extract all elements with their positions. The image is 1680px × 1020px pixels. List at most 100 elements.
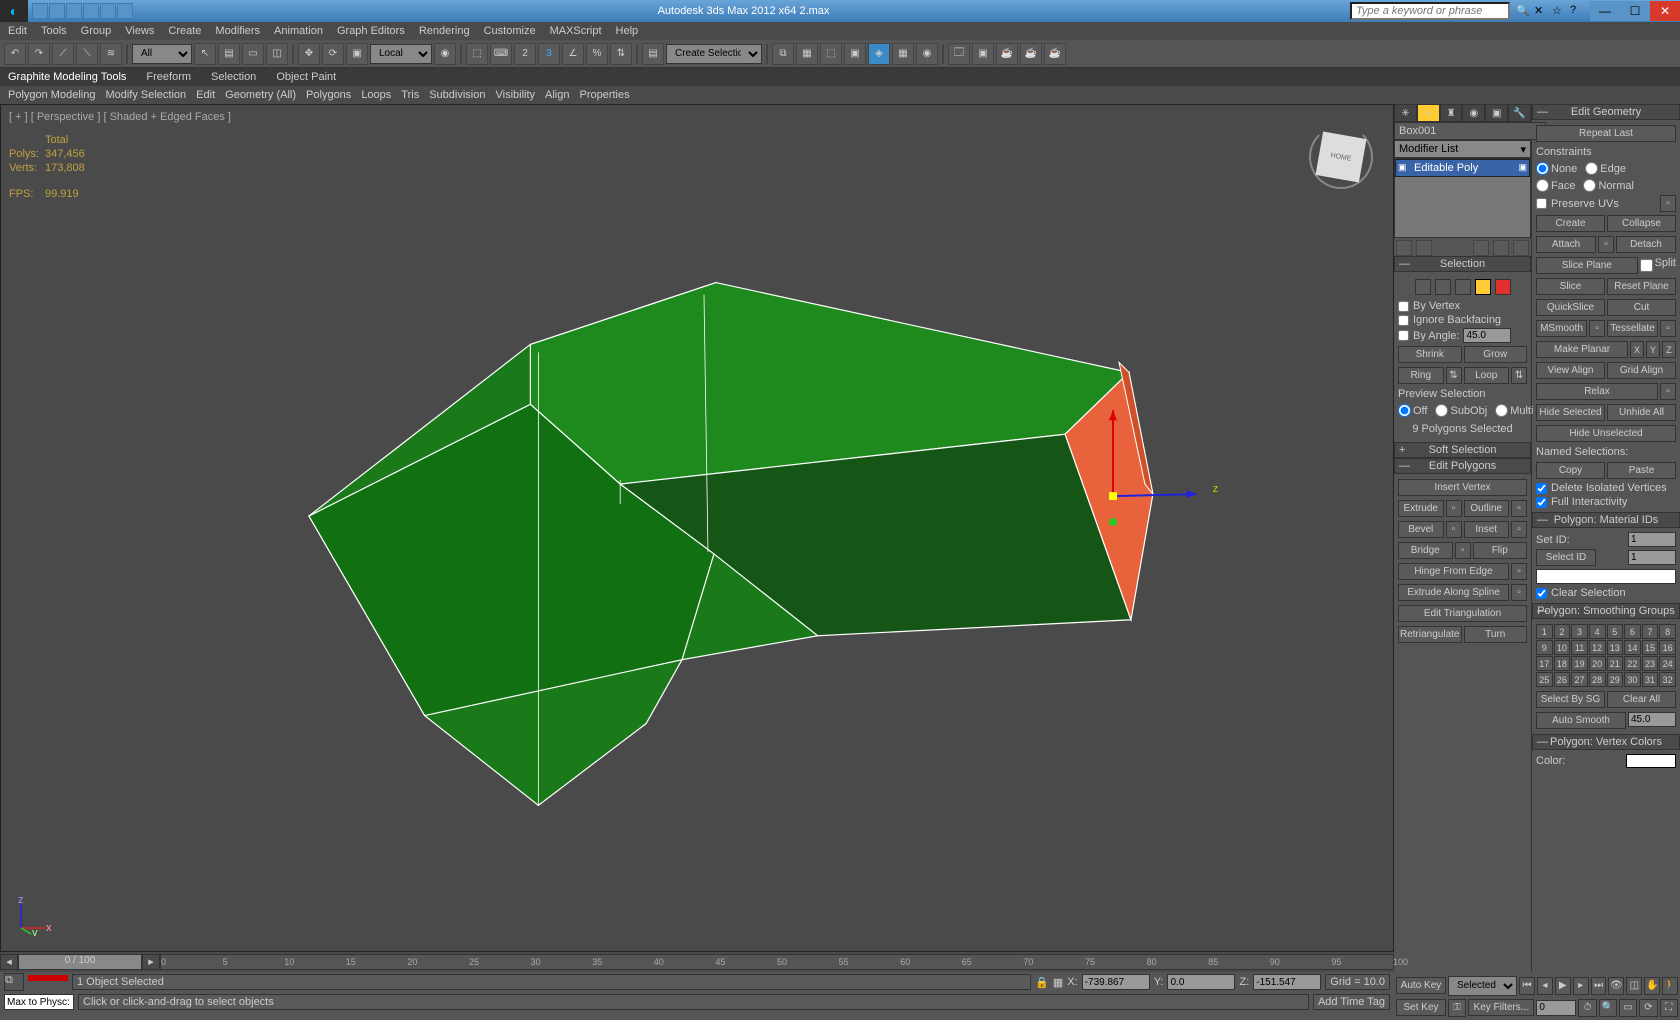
auto-smooth-button[interactable]: Auto Smooth <box>1536 712 1626 729</box>
sg-button-8[interactable]: 8 <box>1659 624 1676 639</box>
nav-maximize-icon[interactable]: ⛶ <box>1660 999 1678 1017</box>
sg-button-30[interactable]: 30 <box>1624 672 1641 687</box>
selection-filter-select[interactable]: All <box>132 44 192 64</box>
sg-button-25[interactable]: 25 <box>1536 672 1553 687</box>
panel-modify-selection[interactable]: Modify Selection <box>105 89 186 101</box>
snaps-2d-icon[interactable]: 2 <box>514 43 536 65</box>
relax-button[interactable]: Relax <box>1536 383 1658 400</box>
menu-edit[interactable]: Edit <box>8 25 27 37</box>
planar-x-button[interactable]: X <box>1630 341 1644 358</box>
sg-button-10[interactable]: 10 <box>1554 640 1571 655</box>
qat-new-icon[interactable] <box>32 3 48 19</box>
material-editor-icon[interactable]: ◉ <box>916 43 938 65</box>
sg-button-15[interactable]: 15 <box>1642 640 1659 655</box>
current-frame-input[interactable] <box>1536 1000 1576 1016</box>
nav-zoom-extents-icon[interactable]: 🔍 <box>1599 999 1617 1017</box>
modifier-editable-poly[interactable]: Editable Poly <box>1395 159 1530 177</box>
border-subobj-icon[interactable] <box>1455 279 1471 295</box>
render-setup-icon[interactable]: 🗔 <box>948 43 970 65</box>
app-logo[interactable]: ◐ <box>0 0 28 22</box>
tab-object-paint[interactable]: Object Paint <box>276 71 336 83</box>
time-ruler[interactable]: 0510152025303540455055606570758085909510… <box>160 954 1394 970</box>
schematic-view-icon[interactable]: ▦ <box>892 43 914 65</box>
make-unique-icon[interactable] <box>1473 240 1489 256</box>
select-scale-icon[interactable]: ▣ <box>346 43 368 65</box>
edit-polygons-rollout-header[interactable]: Edit Polygons <box>1394 458 1531 474</box>
constraint-normal-radio[interactable] <box>1583 179 1596 192</box>
auto-smooth-value[interactable] <box>1628 712 1676 727</box>
nav-pan-icon[interactable]: ✋ <box>1644 977 1660 995</box>
sg-button-16[interactable]: 16 <box>1659 640 1676 655</box>
paste-named-sel-button[interactable]: Paste <box>1607 462 1676 479</box>
communication-icon[interactable]: ✕ <box>1534 4 1548 18</box>
outline-settings-icon[interactable]: ▫ <box>1511 500 1527 517</box>
create-tab-icon[interactable]: ✳ <box>1394 104 1417 122</box>
qat-save-icon[interactable] <box>66 3 82 19</box>
nav-zoom-icon[interactable]: 👁 <box>1608 977 1624 995</box>
menu-maxscript[interactable]: MAXScript <box>550 25 602 37</box>
ring-spinner[interactable]: ⇅ <box>1446 367 1462 384</box>
menu-rendering[interactable]: Rendering <box>419 25 470 37</box>
panel-edit[interactable]: Edit <box>196 89 215 101</box>
panel-polygons[interactable]: Polygons <box>306 89 351 101</box>
slice-plane-button[interactable]: Slice Plane <box>1536 257 1638 274</box>
favorites-icon[interactable]: ☆ <box>1552 4 1566 18</box>
hide-unselected-button[interactable]: Hide Unselected <box>1536 425 1676 442</box>
outline-button[interactable]: Outline <box>1464 500 1510 517</box>
layer-manager-icon[interactable]: ⬚ <box>820 43 842 65</box>
smoothing-groups-rollout-header[interactable]: Polygon: Smoothing Groups <box>1532 603 1680 619</box>
sg-button-5[interactable]: 5 <box>1607 624 1624 639</box>
constraint-none-radio[interactable] <box>1536 162 1549 175</box>
select-object-icon[interactable]: ↖ <box>194 43 216 65</box>
menu-graph-editors[interactable]: Graph Editors <box>337 25 405 37</box>
render-iterative-icon[interactable]: ☕ <box>1020 43 1042 65</box>
selection-rollout-header[interactable]: Selection <box>1394 256 1531 272</box>
mirror-icon[interactable]: ⧉ <box>772 43 794 65</box>
slice-button[interactable]: Slice <box>1536 278 1605 295</box>
close-button[interactable]: ✕ <box>1650 1 1680 21</box>
menu-help[interactable]: Help <box>616 25 639 37</box>
configure-sets-icon[interactable] <box>1513 240 1529 256</box>
extrude-spline-button[interactable]: Extrude Along Spline <box>1398 584 1509 601</box>
sg-button-20[interactable]: 20 <box>1589 656 1606 671</box>
sg-button-19[interactable]: 19 <box>1571 656 1588 671</box>
help-icon[interactable]: ? <box>1570 4 1584 18</box>
sg-button-12[interactable]: 12 <box>1589 640 1606 655</box>
flip-button[interactable]: Flip <box>1473 542 1528 559</box>
sg-button-14[interactable]: 14 <box>1624 640 1641 655</box>
create-button[interactable]: Create <box>1536 215 1605 232</box>
object-name-input[interactable] <box>1394 122 1546 140</box>
tab-selection[interactable]: Selection <box>211 71 256 83</box>
sg-button-11[interactable]: 11 <box>1571 640 1588 655</box>
add-time-tag[interactable]: Add Time Tag <box>1313 994 1390 1010</box>
edit-geometry-rollout-header[interactable]: Edit Geometry <box>1532 104 1680 120</box>
sg-button-2[interactable]: 2 <box>1554 624 1571 639</box>
constraint-face-radio[interactable] <box>1536 179 1549 192</box>
help-search-input[interactable] <box>1350 2 1510 20</box>
select-region-icon[interactable]: ▭ <box>242 43 264 65</box>
ignore-backfacing-checkbox[interactable] <box>1398 315 1409 326</box>
sg-button-27[interactable]: 27 <box>1571 672 1588 687</box>
sg-button-32[interactable]: 32 <box>1659 672 1676 687</box>
select-name-icon[interactable]: ▤ <box>218 43 240 65</box>
lock-icon[interactable]: 🔒 <box>1035 976 1049 989</box>
preview-subobj-radio[interactable] <box>1435 404 1448 417</box>
utilities-tab-icon[interactable]: 🔧 <box>1508 104 1531 122</box>
play-icon[interactable]: ▶ <box>1555 977 1571 995</box>
select-move-icon[interactable]: ✥ <box>298 43 320 65</box>
sg-button-7[interactable]: 7 <box>1642 624 1659 639</box>
motion-tab-icon[interactable]: ◉ <box>1462 104 1485 122</box>
bridge-button[interactable]: Bridge <box>1398 542 1453 559</box>
modifier-stack[interactable]: Editable Poly <box>1394 158 1531 238</box>
extrude-settings-icon[interactable]: ▫ <box>1446 500 1462 517</box>
trackbar-toggle-icon[interactable]: ⧉ <box>4 973 24 991</box>
tab-graphite[interactable]: Graphite Modeling Tools <box>8 71 126 83</box>
maxscript-listener[interactable] <box>4 994 74 1010</box>
attach-list-icon[interactable]: ▫ <box>1598 236 1614 253</box>
split-checkbox[interactable] <box>1640 257 1653 274</box>
extrude-button[interactable]: Extrude <box>1398 500 1444 517</box>
retriangulate-button[interactable]: Retriangulate <box>1398 626 1462 643</box>
hinge-button[interactable]: Hinge From Edge <box>1398 563 1509 580</box>
modify-tab-icon[interactable]: ◗ <box>1417 104 1440 122</box>
pivot-icon[interactable]: ◉ <box>434 43 456 65</box>
